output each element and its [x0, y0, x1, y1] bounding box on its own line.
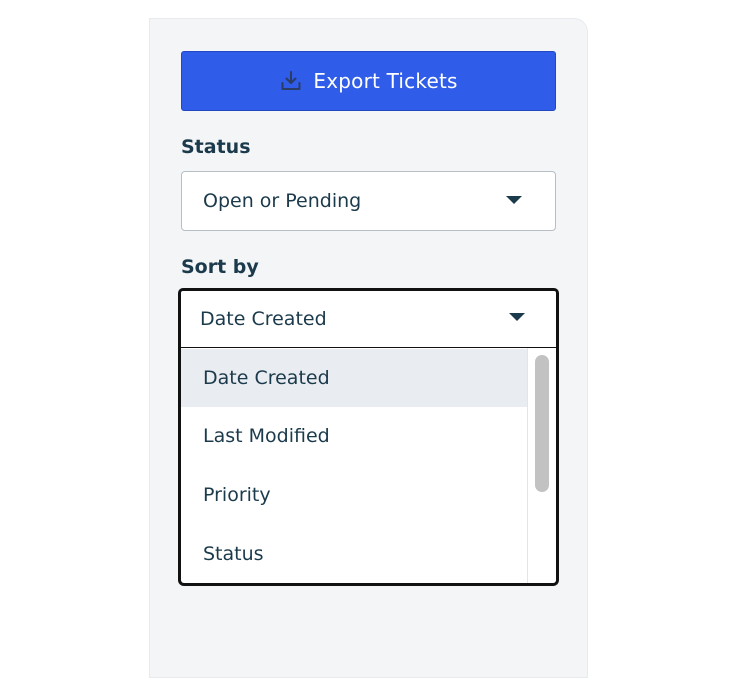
sort-by-select[interactable]: Date Created [178, 288, 559, 350]
export-tickets-label: Export Tickets [313, 69, 458, 93]
download-icon [281, 71, 301, 90]
option-label: Priority [203, 484, 271, 506]
dropdown-scrollbar[interactable] [527, 348, 556, 583]
export-tickets-button[interactable]: Export Tickets [181, 51, 556, 111]
status-select-value: Open or Pending [203, 190, 362, 212]
option-label: Date Created [203, 367, 330, 389]
sort-option-last-modified[interactable]: Last Modified [181, 407, 527, 465]
sort-by-label: Sort by [181, 256, 259, 278]
sort-option-status[interactable]: Status [181, 525, 527, 583]
chevron-down-icon [506, 196, 522, 204]
sort-by-dropdown-list: Date Created Last Modified Priority Stat… [178, 348, 559, 586]
option-label: Status [203, 543, 264, 565]
sort-option-date-created[interactable]: Date Created [181, 349, 527, 407]
sort-by-select-value: Date Created [200, 308, 327, 330]
scrollbar-thumb[interactable] [535, 355, 549, 492]
status-label: Status [181, 136, 251, 158]
sort-option-priority[interactable]: Priority [181, 466, 527, 524]
chevron-down-icon [509, 313, 525, 321]
option-label: Last Modified [203, 425, 330, 447]
status-select[interactable]: Open or Pending [181, 171, 556, 231]
